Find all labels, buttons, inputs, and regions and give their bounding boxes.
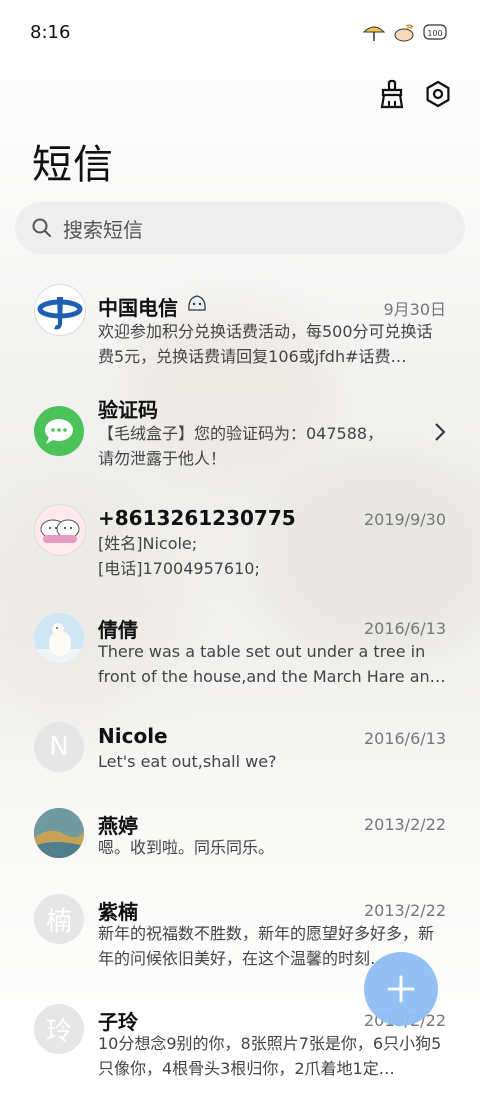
message-preview: 10分想念9别的你，8张照片7张是你，6只小狗5只像你，4根骨头3根归你，2爪着…	[98, 1034, 442, 1078]
top-actions	[376, 78, 454, 110]
landscape-photo-icon	[34, 808, 84, 858]
conversation-item[interactable]: 中国电信 9月30日 欢迎参加积分兑换话费活动，每500分可兑换话费5元，兑换话…	[0, 278, 480, 388]
battery-sticker-icon: 100	[423, 24, 447, 40]
umbrella-sticker-icon	[362, 26, 386, 41]
avatar: 楠	[34, 894, 84, 944]
conversation-item[interactable]: 验证码 【毛绒盒子】您的验证码为：047588，请勿泄露于他人！	[0, 388, 480, 498]
search-placeholder: 搜索短信	[63, 217, 143, 242]
avatar	[34, 504, 86, 556]
status-time: 8:16	[30, 22, 71, 43]
message-preview: [姓名]Nicole; [电话]17004957610;	[98, 531, 448, 581]
message-date: 2013/2/22	[363, 815, 446, 834]
cat-wifi-sticker-icon	[394, 24, 414, 42]
page-title: 短信	[32, 142, 114, 188]
polar-bear-photo-icon	[34, 613, 84, 663]
message-date: 2016/6/13	[363, 729, 446, 748]
settings-button[interactable]	[422, 78, 454, 110]
message-date: 2016/6/13	[363, 619, 446, 638]
clean-brush-button[interactable]	[376, 78, 408, 110]
avatar	[34, 406, 84, 456]
conversation-item[interactable]: 倩倩 2016/6/13 There was a table set out u…	[0, 608, 480, 718]
svg-text:100: 100	[427, 29, 442, 38]
conversation-item[interactable]: +8613261230775 2019/9/30 [姓名]Nicole; [电话…	[0, 498, 480, 608]
contact-name: +8613261230775	[98, 506, 296, 530]
plus-icon	[387, 975, 415, 1003]
message-preview: Let's eat out,shall we?	[98, 752, 277, 771]
message-preview-line: [姓名]Nicole;	[98, 534, 198, 553]
sms-bubble-icon	[45, 419, 73, 444]
cats-sticker-icon	[40, 519, 80, 543]
message-date: 9月30日	[383, 300, 446, 319]
message-date: 2019/9/30	[363, 510, 446, 529]
brush-icon	[380, 79, 404, 109]
message-date: 2013/2/22	[363, 901, 446, 920]
message-preview: 欢迎参加积分兑换话费活动，每500分可兑换话费5元，兑换话费请回复106或jfd…	[98, 322, 433, 366]
search-input[interactable]: 搜索短信	[15, 202, 465, 254]
avatar	[34, 808, 84, 858]
avatar	[34, 284, 86, 336]
china-telecom-logo-icon	[36, 286, 84, 334]
compose-button[interactable]	[364, 952, 438, 1026]
gear-icon	[426, 80, 450, 108]
contact-name: 验证码	[98, 398, 158, 422]
official-badge-icon	[188, 295, 206, 311]
status-icons: 100	[362, 20, 450, 44]
message-preview-line: [电话]17004957610;	[98, 559, 260, 578]
avatar	[34, 613, 84, 663]
search-icon	[32, 218, 51, 237]
avatar: N	[34, 722, 84, 772]
message-preview: 【毛绒盒子】您的验证码为：047588，请勿泄露于他人！	[98, 424, 384, 468]
chevron-right-icon[interactable]	[434, 422, 446, 442]
status-bar: 8:16 100	[0, 0, 480, 68]
message-preview: 嗯。收到啦。同乐同乐。	[98, 838, 275, 857]
avatar: 玲	[34, 1004, 84, 1054]
message-preview: There was a table set out under a tree i…	[98, 642, 446, 686]
contact-name: 中国电信	[98, 296, 178, 320]
contact-name: Nicole	[98, 724, 168, 748]
